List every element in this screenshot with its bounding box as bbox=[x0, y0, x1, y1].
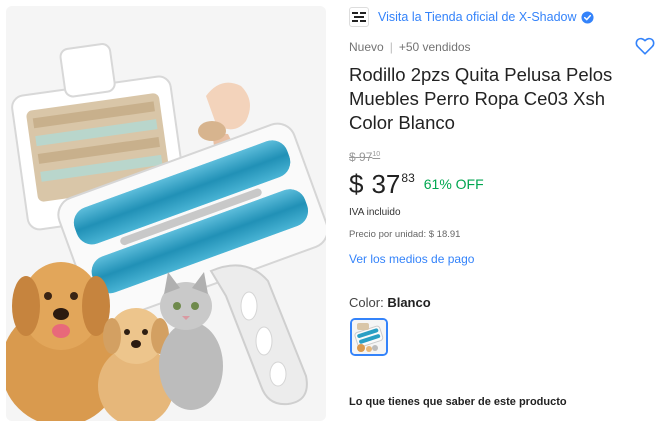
color-label: Color: Blanco bbox=[349, 295, 431, 310]
price-int: 37 bbox=[371, 169, 401, 199]
condition-text: Nuevo bbox=[349, 40, 384, 54]
product-image[interactable] bbox=[6, 6, 326, 421]
store-row: Visita la Tienda oficial de X-Shadow bbox=[349, 7, 594, 27]
product-illustration bbox=[6, 43, 326, 421]
price-cents: 83 bbox=[401, 171, 415, 185]
cat-kitten bbox=[159, 272, 223, 410]
old-price-int: 97 bbox=[359, 150, 373, 164]
price-currency: $ bbox=[349, 169, 364, 199]
product-info: Visita la Tienda oficial de X-Shadow Nue… bbox=[349, 0, 665, 421]
old-currency: $ bbox=[349, 150, 356, 164]
old-price-cents: 10 bbox=[372, 151, 381, 158]
color-swatch-blanco[interactable] bbox=[350, 318, 388, 356]
verified-badge-icon bbox=[580, 10, 594, 24]
discount-badge: 61% OFF bbox=[423, 176, 484, 192]
color-label-text: Color: bbox=[349, 295, 384, 310]
swatch-thumbnail bbox=[352, 320, 386, 354]
meta-separator: | bbox=[389, 40, 393, 54]
store-link[interactable]: Visita la Tienda oficial de X-Shadow bbox=[378, 10, 577, 24]
product-meta: Nuevo | +50 vendidos bbox=[349, 40, 471, 54]
heart-icon[interactable] bbox=[634, 35, 656, 57]
roller-handle bbox=[209, 264, 308, 406]
unit-price: Precio por unidad: $ 18.91 bbox=[349, 229, 461, 240]
original-price: $ 9710 bbox=[349, 150, 380, 164]
features-heading: Lo que tienes que saber de este producto bbox=[349, 396, 567, 408]
color-value: Blanco bbox=[387, 295, 431, 310]
store-logo[interactable] bbox=[349, 7, 369, 27]
sold-count: +50 vendidos bbox=[398, 40, 471, 54]
tax-note: IVA incluido bbox=[349, 207, 401, 218]
product-title: Rodillo 2pzs Quita Pelusa Pelos Muebles … bbox=[349, 64, 613, 133]
current-price: $ 37 83 61% OFF bbox=[349, 168, 484, 200]
payment-methods-link[interactable]: Ver los medios de pago bbox=[349, 252, 474, 266]
x-shadow-logo-icon bbox=[352, 12, 366, 22]
